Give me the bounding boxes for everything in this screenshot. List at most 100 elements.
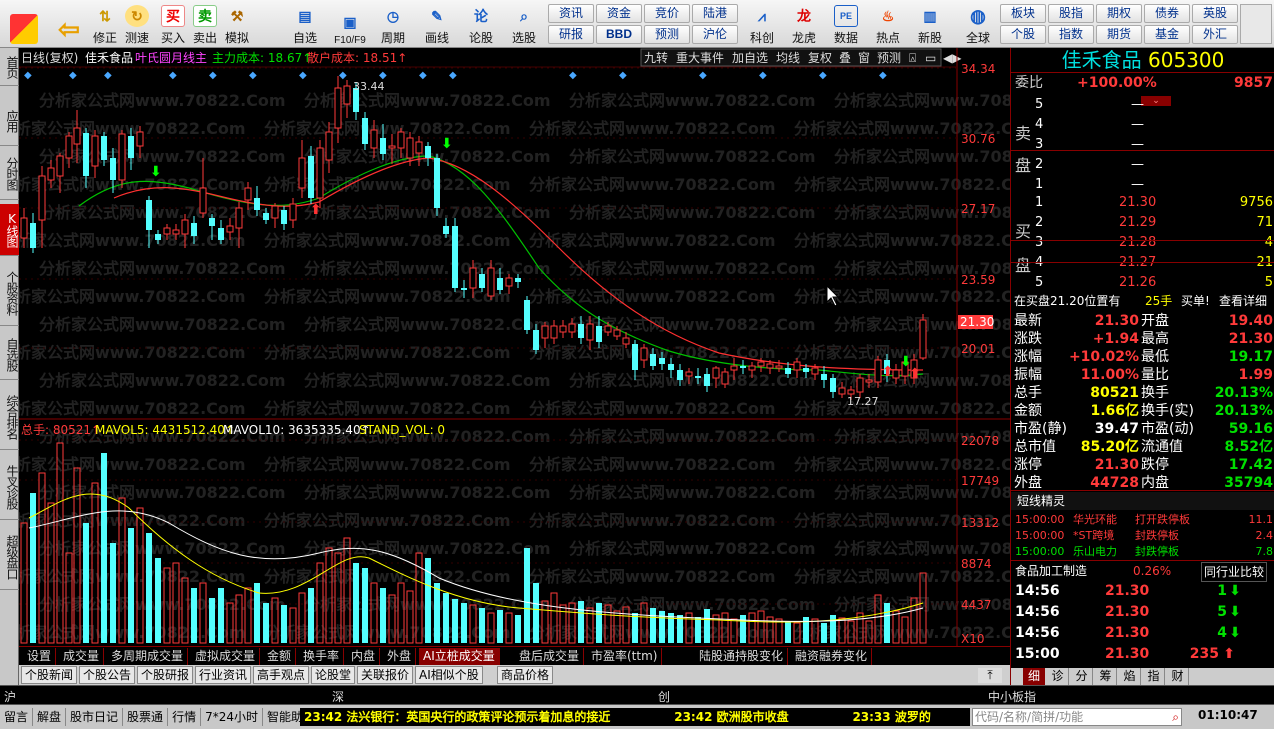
info-tab[interactable]: AI相似个股 bbox=[415, 666, 483, 684]
quote-panel-tab[interactable]: 细 bbox=[1023, 668, 1045, 685]
indicator-tab[interactable]: 虚拟成交量 bbox=[191, 648, 261, 665]
indicator-tab[interactable]: 成交量 bbox=[59, 648, 105, 665]
forex-button[interactable]: 外汇 bbox=[1192, 25, 1238, 44]
hotspot-button[interactable]: ♨ 热点 bbox=[870, 2, 906, 46]
home-menu-button[interactable] bbox=[6, 2, 42, 46]
indices-button[interactable]: 指数 bbox=[1048, 25, 1094, 44]
sell-level-row[interactable]: 3— bbox=[1011, 136, 1274, 154]
period-button[interactable]: ◷ 周期 bbox=[376, 2, 410, 46]
futures-button[interactable]: 期货 bbox=[1096, 25, 1142, 44]
buy-level-row[interactable]: 4 21.27 21 bbox=[1011, 254, 1274, 272]
sector-button[interactable]: 板块 bbox=[1000, 4, 1046, 23]
sprite-row[interactable]: 15:00:00 乐山电力 封跌停板 7.8 bbox=[1011, 544, 1274, 560]
buy-level-row[interactable]: 2 21.29 71 bbox=[1011, 214, 1274, 232]
overlay-button[interactable]: 叠 bbox=[839, 51, 851, 65]
nav-watchlist[interactable]: 自选股 bbox=[0, 330, 19, 380]
indicator-tab[interactable]: 融资融券变化 bbox=[791, 648, 873, 665]
nav-kline[interactable]: K线图 bbox=[0, 204, 19, 256]
predict-button[interactable]: 预测 bbox=[877, 51, 901, 65]
f10-button[interactable]: ▣ F10/F9 bbox=[328, 2, 372, 47]
fund-button[interactable]: 基金 bbox=[1144, 25, 1190, 44]
stock-picker-button[interactable]: ⌕ 选股 bbox=[506, 2, 542, 46]
nav-apps[interactable]: 应用 bbox=[0, 96, 19, 146]
quote-panel-tab[interactable]: 财 bbox=[1167, 668, 1189, 685]
sell-level-row[interactable]: 2— bbox=[1011, 156, 1274, 174]
uk-stocks-button[interactable]: 英股 bbox=[1192, 4, 1238, 23]
global-button[interactable]: ◍ 全球 bbox=[958, 2, 998, 46]
info-tab[interactable]: 行业资讯 bbox=[195, 666, 252, 684]
indicator-tab[interactable]: 换手率 bbox=[299, 648, 345, 665]
nav-home[interactable]: 首页 bbox=[0, 48, 19, 86]
sell-button[interactable]: 卖卖出 bbox=[190, 2, 220, 46]
sprite-row[interactable]: 15:00:00 华光环能 打开跌停板 11.1 bbox=[1011, 512, 1274, 528]
view-detail-link[interactable]: 查看详细 bbox=[1219, 292, 1267, 310]
indicator-tab[interactable]: 盘后成交量 bbox=[515, 648, 585, 665]
indicator-tab[interactable]: AI立桩成交量 bbox=[419, 648, 500, 665]
quote-panel-tab[interactable]: 分 bbox=[1071, 668, 1093, 685]
nav-ranking[interactable]: 综合排名 bbox=[0, 384, 19, 450]
lock-icon[interactable]: ⍓ bbox=[909, 51, 916, 65]
industry-name[interactable]: 食品加工制造 bbox=[1015, 562, 1087, 580]
indicator-tab[interactable]: 市盈率(ttm) bbox=[587, 648, 663, 665]
nav-timeshare[interactable]: 分时图 bbox=[0, 148, 19, 200]
stock-forum-button[interactable]: 论论股 bbox=[464, 2, 498, 46]
search-input[interactable]: 代码/名称/简拼/功能 ⌕ bbox=[972, 708, 1182, 726]
draw-line-button[interactable]: ✎ 画线 bbox=[420, 2, 454, 46]
info-tab[interactable]: 个股新闻 bbox=[21, 666, 78, 684]
more-toolbar-button[interactable] bbox=[1240, 4, 1272, 44]
scroll-top-icon[interactable]: ⤒ bbox=[978, 668, 1002, 683]
moving-average-button[interactable]: 均线 bbox=[776, 51, 800, 65]
sh-index[interactable]: 沪 bbox=[4, 688, 16, 705]
info-tab[interactable]: 个股公告 bbox=[79, 666, 136, 684]
quote-panel-tab[interactable]: 焰 bbox=[1119, 668, 1141, 685]
info-tab[interactable]: 个股研报 bbox=[137, 666, 194, 684]
shanghai-london-button[interactable]: 沪伦 bbox=[692, 25, 738, 44]
info-tab[interactable]: 商品价格 bbox=[497, 666, 554, 684]
correct-button[interactable]: ⇅ 修正 bbox=[90, 2, 120, 46]
info-tab[interactable]: 高手观点 bbox=[253, 666, 310, 684]
buy-level-row[interactable]: 5 21.26 5 bbox=[1011, 274, 1274, 292]
news-ticker[interactable]: 23:42 法兴银行：英国央行的政策评论预示着加息的接近 23:42 欧洲股市收… bbox=[300, 708, 970, 726]
status-item[interactable]: 行情 bbox=[168, 708, 202, 726]
nav-diagnose[interactable]: 牛叉诊股 bbox=[0, 454, 19, 520]
status-item[interactable]: 股票通 bbox=[123, 708, 169, 726]
nav-profile[interactable]: 个股资料 bbox=[0, 260, 19, 326]
buy-button[interactable]: 买买入 bbox=[158, 2, 188, 46]
fullscreen-icon[interactable]: ▭ bbox=[925, 51, 936, 65]
status-item[interactable]: 股市日记 bbox=[66, 708, 124, 726]
news-button[interactable]: 资讯 bbox=[548, 4, 594, 23]
window-button[interactable]: 窗 bbox=[858, 51, 870, 65]
indicator-tab[interactable]: 陆股通持股变化 bbox=[695, 648, 789, 665]
nine-turn-button[interactable]: 九转 bbox=[644, 50, 668, 65]
stocks-button[interactable]: 个股 bbox=[1000, 25, 1046, 44]
buy-level-row[interactable]: 3 21.28 4 bbox=[1011, 234, 1274, 252]
major-events-button[interactable]: 重大事件 bbox=[676, 51, 724, 65]
indicator-tab[interactable]: 外盘 bbox=[383, 648, 417, 665]
quote-panel-tab[interactable]: 筹 bbox=[1095, 668, 1117, 685]
indicator-tab[interactable]: 内盘 bbox=[347, 648, 381, 665]
sell-level-row[interactable]: 5— bbox=[1011, 96, 1274, 114]
simulate-button[interactable]: ⚒ 模拟 bbox=[222, 2, 252, 46]
dragon-tiger-button[interactable]: 龙龙虎 bbox=[786, 2, 822, 46]
buy-level-row[interactable]: 1 21.30 9756 bbox=[1011, 194, 1274, 212]
search-icon[interactable]: ⌕ bbox=[1172, 709, 1179, 725]
kline-chart[interactable]: 分析家公式网www.70822.Com 分析家公式网www.70822.Com 分析… bbox=[19, 48, 1010, 646]
data-button[interactable]: PE 数据 bbox=[828, 2, 864, 46]
info-tab[interactable]: 关联报价 bbox=[357, 666, 414, 684]
index-futures-button[interactable]: 股指 bbox=[1048, 4, 1094, 23]
nav-level2[interactable]: 超级盘口 bbox=[0, 524, 19, 590]
peer-compare-button[interactable]: 同行业比较 bbox=[1201, 562, 1268, 582]
add-watchlist-button[interactable]: 加自选 bbox=[732, 51, 768, 65]
bonds-button[interactable]: 债券 bbox=[1144, 4, 1190, 23]
status-item[interactable]: 7*24小时 bbox=[201, 708, 263, 726]
hk-connect-button[interactable]: 陆港 bbox=[692, 4, 738, 23]
indicator-tab[interactable]: 设置 bbox=[23, 648, 57, 665]
status-item[interactable]: 解盘 bbox=[33, 708, 67, 726]
indicator-tab[interactable]: 金额 bbox=[263, 648, 297, 665]
back-button[interactable]: ⇦ bbox=[52, 2, 86, 46]
funds-button[interactable]: 资金 bbox=[596, 4, 642, 23]
sprite-row[interactable]: 15:00:00 *ST跨境 封跌停板 2.4 bbox=[1011, 528, 1274, 544]
watchlist-button[interactable]: ▤ 自选 bbox=[288, 2, 322, 46]
speed-test-button[interactable]: ↻ 测速 bbox=[122, 2, 152, 46]
bbd-button[interactable]: BBD bbox=[596, 25, 642, 44]
